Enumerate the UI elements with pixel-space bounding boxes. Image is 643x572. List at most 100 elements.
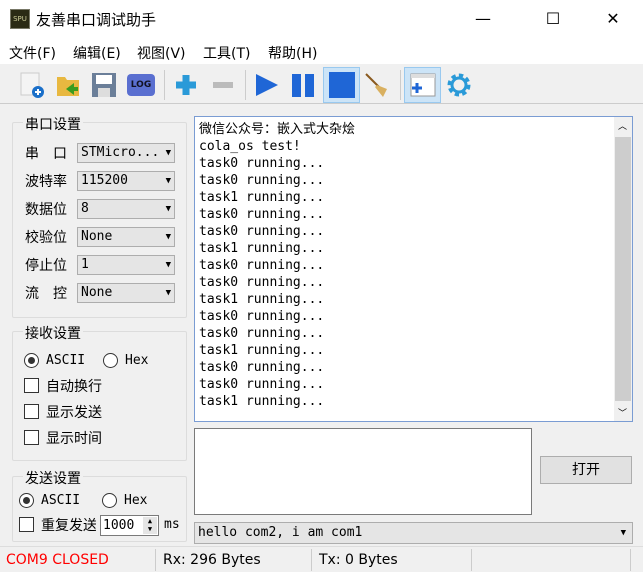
receive-line: task1 running...: [199, 190, 325, 205]
receive-ascii-radio[interactable]: [24, 353, 39, 368]
send-history-value: hello com2, i am com1: [198, 525, 363, 540]
maximize-button[interactable]: ☐: [530, 0, 576, 38]
show-time-checkbox[interactable]: [24, 430, 39, 445]
clear-broom-icon[interactable]: [361, 69, 393, 101]
interval-value: 1000: [103, 518, 135, 533]
rx-count: Rx: 296 Bytes: [163, 552, 261, 568]
receive-ascii-label: ASCII: [46, 353, 86, 368]
open-port-button[interactable]: 打开: [540, 456, 632, 484]
log-icon[interactable]: LOG: [125, 69, 157, 101]
receive-line: task1 running...: [199, 241, 325, 256]
repeat-send-label: 重复发送: [41, 518, 96, 534]
show-time-label: 显示时间: [46, 431, 102, 447]
menu-edit[interactable]: 编辑(E): [73, 43, 121, 63]
receive-hex-label: Hex: [125, 353, 149, 368]
send-ascii-label: ASCII: [41, 493, 81, 508]
chevron-down-icon: ▼: [620, 528, 626, 538]
send-textarea[interactable]: [194, 428, 532, 515]
serial-row-value: STMicro...: [81, 145, 160, 160]
app-icon: SPU: [10, 9, 30, 29]
serial-row-value: 8: [81, 201, 89, 216]
show-send-label: 显示发送: [46, 405, 102, 421]
serial-row-label: 波特率: [25, 174, 67, 190]
status-bar: COM9 CLOSED Rx: 296 Bytes Tx: 0 Bytes: [0, 546, 643, 572]
send-ascii-radio[interactable]: [19, 493, 34, 508]
send-settings-title: 发送设置: [23, 468, 83, 488]
menu-bar: 文件(F) 编辑(E) 视图(V) 工具(T) 帮助(H): [0, 38, 643, 64]
chevron-down-icon: ▼: [165, 176, 171, 186]
toolbar: LOG: [0, 64, 643, 104]
window-layout-icon[interactable]: [404, 67, 441, 103]
chevron-down-icon: ▼: [165, 288, 171, 298]
serial-row-value: 1: [81, 257, 89, 272]
receive-line: task0 running...: [199, 360, 325, 375]
log-label: LOG: [127, 74, 155, 96]
app-icon-text: SPU: [13, 15, 27, 23]
open-folder-icon[interactable]: [52, 69, 84, 101]
serial-row-combo[interactable]: 1 ▼: [77, 255, 175, 275]
tx-count: Tx: 0 Bytes: [319, 552, 398, 568]
settings-gear-icon[interactable]: [443, 69, 475, 101]
save-icon[interactable]: [88, 69, 120, 101]
chevron-down-icon: ▼: [165, 148, 171, 158]
receive-line: task0 running...: [199, 173, 325, 188]
port-status: COM9 CLOSED: [6, 552, 109, 568]
receive-line: task0 running...: [199, 258, 325, 273]
serial-row-combo[interactable]: None ▼: [77, 283, 175, 303]
receive-line: task0 running...: [199, 224, 325, 239]
interval-spinner[interactable]: ▲ ▼: [143, 517, 157, 534]
serial-row-combo[interactable]: None ▼: [77, 227, 175, 247]
receive-textarea[interactable]: 微信公众号：嵌入式大杂烩 cola_os test! task0 running..…: [194, 116, 633, 422]
menu-tools[interactable]: 工具(T): [203, 43, 250, 63]
serial-row-label: 停止位: [25, 258, 67, 274]
receive-line: cola_os test!: [199, 139, 301, 154]
serial-row-value: None: [81, 285, 113, 300]
serial-row-label: 校验位: [25, 230, 67, 246]
minus-icon[interactable]: [207, 69, 239, 101]
serial-row-label: 数据位: [25, 202, 67, 218]
serial-row-label: 串 口: [25, 146, 67, 162]
serial-row-combo[interactable]: 8 ▼: [77, 199, 175, 219]
chevron-down-icon: ▼: [165, 232, 171, 242]
serial-row-combo[interactable]: STMicro... ▼: [77, 143, 175, 163]
title-bar: SPU 友善串口调试助手 — ☐ ✕: [0, 0, 643, 38]
show-send-checkbox[interactable]: [24, 404, 39, 419]
menu-help[interactable]: 帮助(H): [268, 43, 317, 63]
menu-view[interactable]: 视图(V): [137, 43, 186, 63]
scroll-thumb[interactable]: [615, 137, 631, 401]
minimize-button[interactable]: —: [460, 0, 506, 38]
scroll-up-icon[interactable]: ︿: [618, 119, 627, 132]
play-icon[interactable]: [250, 69, 282, 101]
serial-row-value: None: [81, 229, 113, 244]
receive-line: task0 running...: [199, 207, 325, 222]
scroll-down-icon[interactable]: ﹀: [618, 406, 627, 419]
send-history-combo[interactable]: hello com2, i am com1 ▼: [194, 522, 633, 544]
repeat-send-checkbox[interactable]: [19, 517, 34, 532]
receive-settings-title: 接收设置: [23, 323, 83, 343]
chevron-down-icon: ▼: [165, 204, 171, 214]
receive-line: task1 running...: [199, 343, 325, 358]
menu-file[interactable]: 文件(F): [9, 43, 56, 63]
auto-wrap-checkbox[interactable]: [24, 378, 39, 393]
serial-row-label: 流 控: [25, 286, 67, 302]
pause-icon[interactable]: [287, 69, 319, 101]
close-button[interactable]: ✕: [590, 0, 636, 38]
window-title: 友善串口调试助手: [36, 11, 157, 29]
auto-wrap-label: 自动换行: [46, 379, 102, 395]
send-hex-radio[interactable]: [102, 493, 117, 508]
serial-row-value: 115200: [81, 173, 128, 188]
send-hex-label: Hex: [124, 493, 148, 508]
serial-row-combo[interactable]: 115200 ▼: [77, 171, 175, 191]
receive-line: task1 running...: [199, 394, 325, 409]
stop-icon[interactable]: [323, 67, 360, 103]
receive-hex-radio[interactable]: [103, 353, 118, 368]
receive-line: 微信公众号：嵌入式大杂烩: [199, 122, 356, 137]
receive-scrollbar[interactable]: ︿ ﹀: [614, 117, 632, 421]
plus-icon[interactable]: [170, 69, 202, 101]
interval-input[interactable]: 1000 ▲ ▼: [100, 515, 159, 536]
serial-settings-title: 串口设置: [23, 114, 83, 134]
new-file-icon[interactable]: [16, 69, 48, 101]
receive-line: task0 running...: [199, 275, 325, 290]
receive-lines: 微信公众号：嵌入式大杂烩 cola_os test! task0 running..…: [199, 121, 355, 410]
receive-line: task0 running...: [199, 326, 325, 341]
